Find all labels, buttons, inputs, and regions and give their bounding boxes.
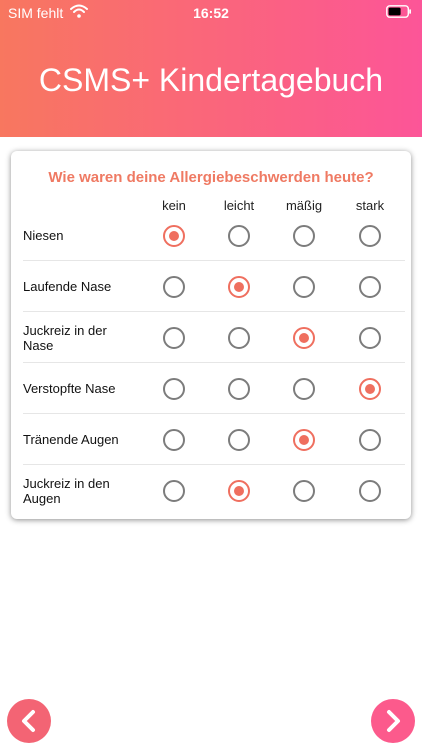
radio-traenende-augen-kein[interactable] [163, 429, 185, 451]
row-label: Juckreiz in den Augen [23, 475, 110, 506]
chevron-right-icon [387, 710, 400, 732]
radio-laufende-nase-kein[interactable] [163, 276, 185, 298]
radio-laufende-nase-massig[interactable] [293, 276, 315, 298]
previous-page-button[interactable] [7, 699, 51, 743]
radio-juckreiz-nase-leicht[interactable] [228, 327, 250, 349]
status-time: 16:52 [193, 5, 229, 21]
radio-niesen-massig[interactable] [293, 225, 315, 247]
radio-traenende-augen-massig[interactable] [293, 429, 315, 451]
radio-juckreiz-augen-massig[interactable] [293, 480, 315, 502]
status-bar: SIM fehlt 16:52 [0, 0, 422, 24]
radio-niesen-leicht[interactable] [228, 225, 250, 247]
radio-traenende-augen-stark[interactable] [359, 429, 381, 451]
survey-row-niesen: Niesen [11, 210, 411, 261]
radio-verstopfte-nase-massig[interactable] [293, 378, 315, 400]
radio-juckreiz-augen-kein[interactable] [163, 480, 185, 502]
survey-row-juckreiz-augen: Juckreiz in den Augen [11, 465, 411, 516]
survey-question: Wie waren deine Allergiebeschwerden heut… [48, 169, 374, 186]
survey-row-traenende-augen: Tränende Augen [11, 414, 411, 465]
row-label: Verstopfte Nase [23, 381, 116, 396]
radio-verstopfte-nase-leicht[interactable] [228, 378, 250, 400]
survey-row-laufende-nase: Laufende Nase [11, 261, 411, 312]
radio-juckreiz-augen-stark[interactable] [359, 480, 381, 502]
radio-traenende-augen-leicht[interactable] [228, 429, 250, 451]
row-label: Tränende Augen [23, 432, 119, 447]
chevron-left-icon [22, 710, 35, 732]
row-label: Niesen [23, 228, 64, 243]
survey-row-verstopfte-nase: Verstopfte Nase [11, 363, 411, 414]
radio-juckreiz-nase-kein[interactable] [163, 327, 185, 349]
allergy-survey-card: Wie waren deine Allergiebeschwerden heut… [11, 151, 411, 519]
app-title: CSMS+ Kindertagebuch [38, 62, 384, 98]
radio-laufende-nase-stark[interactable] [359, 276, 381, 298]
radio-juckreiz-nase-massig[interactable] [293, 327, 315, 349]
radio-juckreiz-augen-leicht[interactable] [228, 480, 250, 502]
radio-laufende-nase-leicht[interactable] [228, 276, 250, 298]
row-label: Laufende Nase [23, 279, 112, 294]
radio-juckreiz-nase-stark[interactable] [359, 327, 381, 349]
radio-verstopfte-nase-stark[interactable] [359, 378, 381, 400]
survey-row-juckreiz-nase: Juckreiz in der Nase [11, 312, 411, 363]
radio-niesen-stark[interactable] [359, 225, 381, 247]
app-header: SIM fehlt 16:52 CSMS+ Kindertagebuch [0, 0, 422, 137]
next-page-button[interactable] [371, 699, 415, 743]
row-label: Juckreiz in der Nase [23, 322, 107, 353]
radio-niesen-kein[interactable] [163, 225, 185, 247]
battery-icon [386, 5, 412, 21]
radio-verstopfte-nase-kein[interactable] [163, 378, 185, 400]
